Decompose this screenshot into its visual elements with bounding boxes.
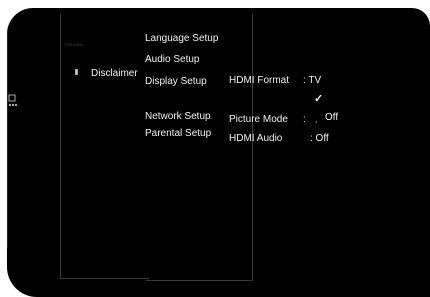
tv-screen: TOSHIBA Disclaimer Language Setup Audio … (7, 8, 430, 297)
menu-item-display-setup[interactable]: Display Setup (145, 76, 207, 88)
menu-item-parental-setup[interactable]: Parental Setup (145, 128, 211, 140)
left-panel-frame (60, 14, 149, 279)
picture-mode-label: Picture Mode (229, 114, 288, 125)
picture-mode-colon: : (303, 114, 306, 125)
hdmi-audio-label: HDMI Audio (229, 133, 283, 144)
cursor-mark: ¸ (315, 114, 318, 123)
remote-icon (8, 94, 18, 107)
hdmi-format-value[interactable]: : TV (303, 75, 321, 87)
menu-item-language-setup[interactable]: Language Setup (145, 33, 218, 45)
hdmi-format-label: HDMI Format (229, 75, 289, 86)
menu-item-audio-setup[interactable]: Audio Setup (145, 54, 200, 66)
checkmark-icon: ✓ (314, 93, 324, 105)
hdmi-audio-value[interactable]: : Off (310, 133, 329, 145)
menu-item-network-setup[interactable]: Network Setup (145, 111, 211, 123)
right-edge-line (7, 8, 8, 248)
brand-label: TOSHIBA (64, 42, 83, 47)
disc-icon (75, 69, 78, 75)
picture-mode-value[interactable]: Off (325, 112, 338, 124)
disclaimer-label[interactable]: Disclaimer (91, 68, 138, 80)
